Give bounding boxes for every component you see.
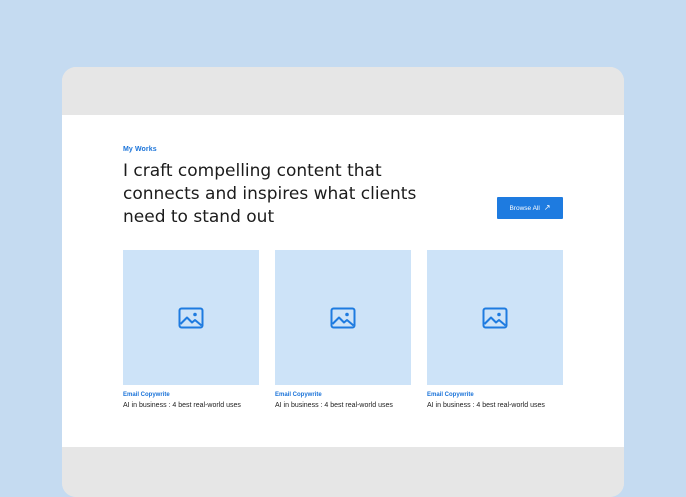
card-thumbnail[interactable] (275, 250, 411, 385)
work-card[interactable]: Email Copywrite AI in business : 4 best … (275, 250, 411, 409)
card-category: Email Copywrite (427, 392, 474, 398)
image-icon (482, 307, 508, 328)
card-category: Email Copywrite (123, 392, 170, 398)
card-category: Email Copywrite (275, 392, 322, 398)
browse-all-button[interactable]: Browse All ↗ (497, 197, 563, 219)
image-icon (330, 307, 356, 328)
card-title[interactable]: AI in business : 4 best real-world uses (275, 402, 411, 409)
work-card[interactable]: Email Copywrite AI in business : 4 best … (427, 250, 563, 409)
card-thumbnail[interactable] (427, 250, 563, 385)
device-frame: My Works I craft compelling content that… (62, 67, 624, 497)
device-top-bar (62, 67, 624, 115)
works-section: My Works I craft compelling content that… (62, 115, 624, 447)
arrow-up-right-icon: ↗ (543, 203, 551, 212)
image-icon (178, 307, 204, 328)
section-headline: I craft compelling content that connects… (123, 161, 417, 227)
browse-all-label: Browse All (509, 204, 540, 212)
card-title[interactable]: AI in business : 4 best real-world uses (427, 402, 563, 409)
card-title[interactable]: AI in business : 4 best real-world uses (123, 402, 259, 409)
device-bottom-bar (62, 447, 624, 497)
work-card[interactable]: Email Copywrite AI in business : 4 best … (123, 250, 259, 409)
card-thumbnail[interactable] (123, 250, 259, 385)
section-eyebrow: My Works (123, 146, 157, 153)
